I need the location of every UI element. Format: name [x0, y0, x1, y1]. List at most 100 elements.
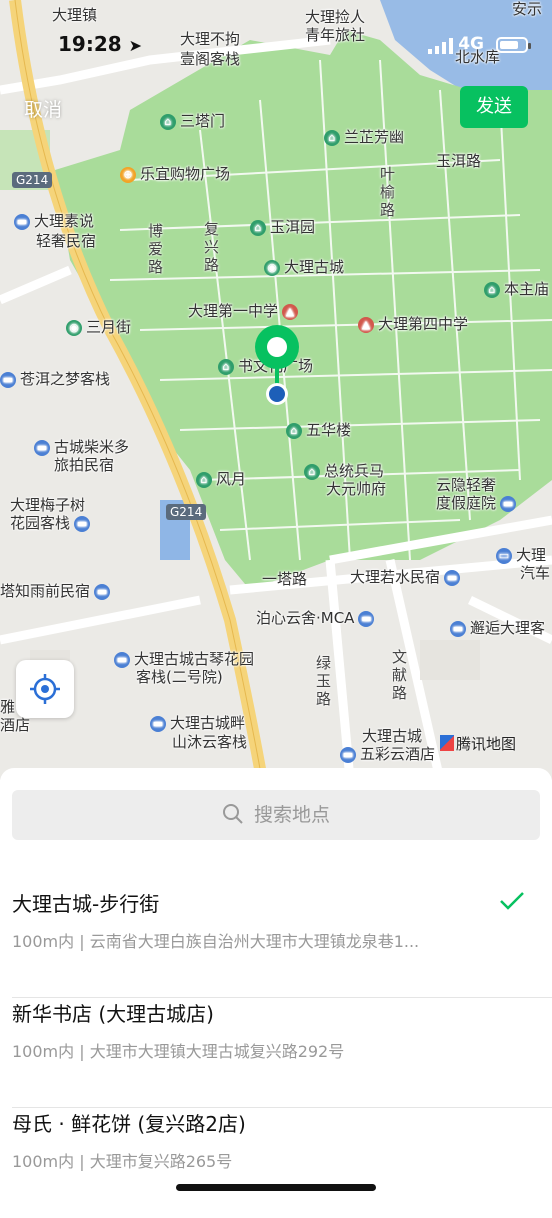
poi-hotel: ▬ 大理素说 — [14, 212, 94, 231]
landmark-icon: ⌂ — [324, 129, 340, 146]
cancel-button[interactable]: 取消 — [24, 95, 62, 122]
map-label: 客栈(二号院) — [136, 668, 223, 686]
map-label: 旅拍民宿 — [54, 456, 115, 474]
map-label: 大理捡人 — [305, 8, 366, 26]
poi-temple: ⌂ 本主庙 — [484, 280, 549, 299]
map-label: 山沐云客栈 — [172, 733, 248, 751]
road-label: 绿玉路 — [316, 654, 332, 708]
poi-marshal: ⌂ 总统兵马 — [304, 462, 384, 481]
poi-santa-gate: ⌂ 三塔门 — [160, 112, 225, 131]
result-address: 100m内 | 大理市大理镇大理古城复兴路292号 — [12, 1042, 345, 1061]
map-label: 大理梅子树 — [10, 496, 86, 514]
home-indicator — [176, 1184, 376, 1191]
result-name: 母氏 · 鲜花饼 (复兴路2店) — [12, 1112, 246, 1136]
result-item[interactable]: 母氏 · 鲜花饼 (复兴路2店) 100m内 | 大理市复兴路265号 — [0, 1108, 552, 1218]
poi-hotel: 塔知雨前民宿 ▬ — [0, 582, 114, 601]
map-attribution: 腾讯地图 — [440, 733, 516, 754]
landmark-icon: ⌂ — [304, 463, 320, 480]
road-label: 复兴路 — [204, 220, 220, 274]
bed-icon: ▬ — [340, 746, 356, 763]
map-label: 大理古城 — [362, 727, 423, 745]
result-item[interactable]: 新华书店 (大理古城店) 100m内 | 大理市大理镇大理古城复兴路292号 — [0, 998, 552, 1108]
status-time: 19:28 ➤ — [58, 32, 143, 56]
search-placeholder: 搜索地点 — [253, 804, 330, 826]
highway-badge: G214 — [166, 504, 207, 520]
poi-hotel: ▬ 大理古城古琴花园 — [114, 650, 254, 669]
poi-wuhua: ⌂ 五华楼 — [286, 421, 351, 440]
result-name: 大理古城-步行街 — [12, 892, 160, 916]
landmark-icon: ⌂ — [160, 113, 176, 130]
map-label: 云隐轻奢 — [436, 476, 497, 494]
bed-icon: ▬ — [150, 715, 166, 732]
map-label: 轻奢民宿 — [36, 232, 97, 250]
camera-icon: ◉ — [264, 259, 280, 276]
road-label: 博爱路 — [148, 222, 164, 276]
my-location-button[interactable] — [16, 660, 74, 718]
poi-dali-oldtown: ◉ 大理古城 — [264, 258, 344, 277]
location-sheet: 搜索地点 大理古城-步行街 100m内 | 云南省大理白族自治州大理市大理镇龙泉… — [0, 768, 552, 1200]
checkmark-icon — [500, 892, 524, 910]
result-address: 100m内 | 云南省大理白族自治州大理市大理镇龙泉巷1... — [12, 932, 420, 951]
bed-icon: ▬ — [74, 515, 91, 532]
poi-hotel: ▬ 古城柴米多 — [34, 438, 129, 457]
landmark-icon: ⌂ — [218, 358, 234, 375]
bed-icon: ▬ — [14, 213, 30, 230]
landmark-icon: ⌂ — [196, 471, 212, 488]
bed-icon: ▬ — [450, 620, 466, 637]
poi-yuer-garden: ⌂ 玉洱园 — [250, 218, 315, 237]
poi-fengyue: ⌂ 风月 — [196, 470, 246, 489]
school-icon: ▲ — [282, 303, 299, 320]
bed-icon: ▬ — [34, 439, 50, 456]
poi-lanzhi: ⌂ 兰芷芳幽 — [324, 128, 404, 147]
location-pin-icon[interactable] — [252, 322, 302, 412]
map-label: 安示 — [512, 0, 543, 18]
poi-school-1: 大理第一中学 ▲ — [188, 302, 302, 321]
status-bar: 19:28 ➤ 4G — [0, 30, 552, 64]
bed-icon: ▬ — [500, 495, 517, 512]
landmark-icon: ⌂ — [286, 422, 302, 439]
map-label: 大元帅府 — [326, 480, 387, 498]
result-item[interactable]: 大理古城-步行街 100m内 | 云南省大理白族自治州大理市大理镇龙泉巷1... — [0, 888, 552, 998]
poi-hotel: 花园客栈 ▬ — [10, 514, 94, 533]
poi-bus: ▭ 大理 — [496, 546, 546, 565]
bed-icon: ▬ — [358, 610, 375, 627]
bed-icon: ▬ — [114, 651, 130, 668]
send-button[interactable]: 发送 — [460, 86, 528, 128]
map-label: 雅 — [0, 698, 16, 716]
landmark-icon: ⌂ — [484, 281, 500, 298]
result-name: 新华书店 (大理古城店) — [12, 1002, 214, 1026]
school-icon: ▲ — [358, 316, 374, 333]
camera-icon: ◉ — [66, 319, 82, 336]
bed-icon: ▬ — [0, 371, 16, 388]
search-icon — [222, 804, 243, 824]
search-input[interactable]: 搜索地点 — [12, 790, 540, 840]
poi-hotel: 度假庭院 ▬ — [436, 494, 520, 513]
poi-hotel: 泊心云舍·MCA ▬ — [256, 609, 378, 628]
road-label: 玉洱路 — [436, 152, 482, 170]
road-label: 文献路 — [392, 648, 408, 702]
map-label: 大理镇 — [52, 6, 98, 24]
bed-icon: ▬ — [444, 569, 461, 586]
location-arrow-icon: ➤ — [128, 36, 143, 55]
highway-badge: G214 — [12, 172, 53, 188]
poi-sanyue: ◉ 三月街 — [66, 318, 131, 337]
map-label: 汽车 — [520, 564, 551, 582]
tencent-map-logo-icon — [440, 735, 454, 751]
bus-icon: ▭ — [496, 547, 512, 564]
shopping-cart-icon: ⊕ — [120, 166, 136, 183]
landmark-icon: ⌂ — [250, 219, 266, 236]
poi-hotel: ▬ 苍洱之梦客栈 — [0, 370, 110, 389]
map-label: 酒店 — [0, 716, 31, 734]
bed-icon: ▬ — [94, 583, 111, 600]
poi-hotel: ▬ 大理古城畔 — [150, 714, 245, 733]
result-address: 100m内 | 大理市复兴路265号 — [12, 1152, 233, 1171]
road-label: 叶榆路 — [380, 165, 396, 219]
road-label: 一塔路 — [262, 570, 308, 588]
poi-hotel: 大理若水民宿 ▬ — [350, 568, 464, 587]
crosshair-icon — [30, 674, 60, 704]
poi-mall: ⊕ 乐宜购物广场 — [120, 165, 230, 184]
battery-icon — [496, 37, 531, 53]
poi-school-4: ▲ 大理第四中学 — [358, 315, 468, 334]
poi-hotel: ▬ 邂逅大理客 — [450, 619, 545, 638]
network-type: 4G — [458, 34, 484, 54]
